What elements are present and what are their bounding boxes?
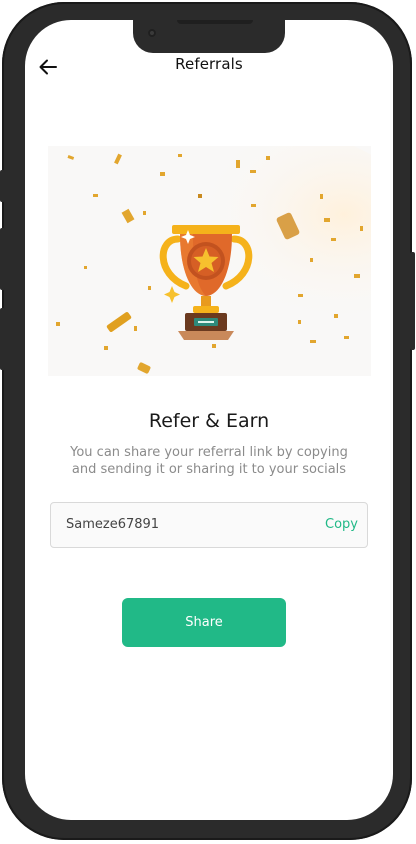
copy-button[interactable]: Copy xyxy=(325,517,358,532)
notch xyxy=(133,20,285,53)
side-button-power xyxy=(410,252,415,350)
share-button[interactable]: Share xyxy=(122,598,286,647)
side-button-volume-down xyxy=(0,308,5,370)
section-heading: Refer & Earn xyxy=(148,410,270,432)
front-camera xyxy=(148,29,156,37)
referral-code-field[interactable]: Sameze67891 Copy xyxy=(50,502,368,548)
referral-description: You can share your referral link by copy… xyxy=(70,445,348,477)
referral-code-value[interactable]: Sameze67891 xyxy=(66,517,159,532)
trophy-confetti-illustration xyxy=(48,146,371,376)
page-title: Referrals xyxy=(175,55,243,73)
speaker-grille xyxy=(177,20,253,24)
side-button-mute xyxy=(0,170,5,202)
side-button-volume-up xyxy=(0,228,5,290)
phone-screen: Referrals Refer & Earn You can share you… xyxy=(25,20,393,820)
